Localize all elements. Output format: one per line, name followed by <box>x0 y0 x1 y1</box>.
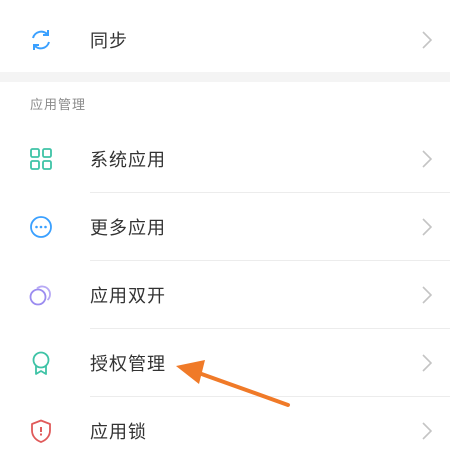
chevron-right-icon <box>422 354 432 372</box>
chevron-right-icon <box>422 422 432 440</box>
section-gap <box>0 72 450 82</box>
more-apps-row[interactable]: 更多应用 <box>0 193 450 261</box>
more-icon <box>30 216 52 238</box>
system-apps-label: 系统应用 <box>90 150 166 171</box>
shield-icon <box>31 419 51 443</box>
permission-management-row[interactable]: 授权管理 <box>0 329 450 397</box>
grid-icon <box>30 148 52 170</box>
section-header: 应用管理 <box>0 82 450 126</box>
dual-circle-icon <box>29 285 51 306</box>
sync-row[interactable]: 同步 <box>0 6 450 74</box>
app-lock-row[interactable]: 应用锁 <box>0 397 450 465</box>
sync-icon <box>32 30 50 50</box>
dual-apps-row[interactable]: 应用双开 <box>0 261 450 329</box>
app-lock-label: 应用锁 <box>90 422 147 443</box>
system-apps-row[interactable]: 系统应用 <box>0 125 450 193</box>
sync-label: 同步 <box>90 31 128 52</box>
chevron-right-icon <box>422 218 432 236</box>
permission-management-label: 授权管理 <box>90 354 166 375</box>
chevron-right-icon <box>422 150 432 168</box>
chevron-right-icon <box>422 31 432 49</box>
dual-apps-label: 应用双开 <box>90 286 166 307</box>
section-title: 应用管理 <box>30 98 87 113</box>
chevron-right-icon <box>422 286 432 304</box>
badge-icon <box>32 351 50 375</box>
more-apps-label: 更多应用 <box>90 218 166 239</box>
